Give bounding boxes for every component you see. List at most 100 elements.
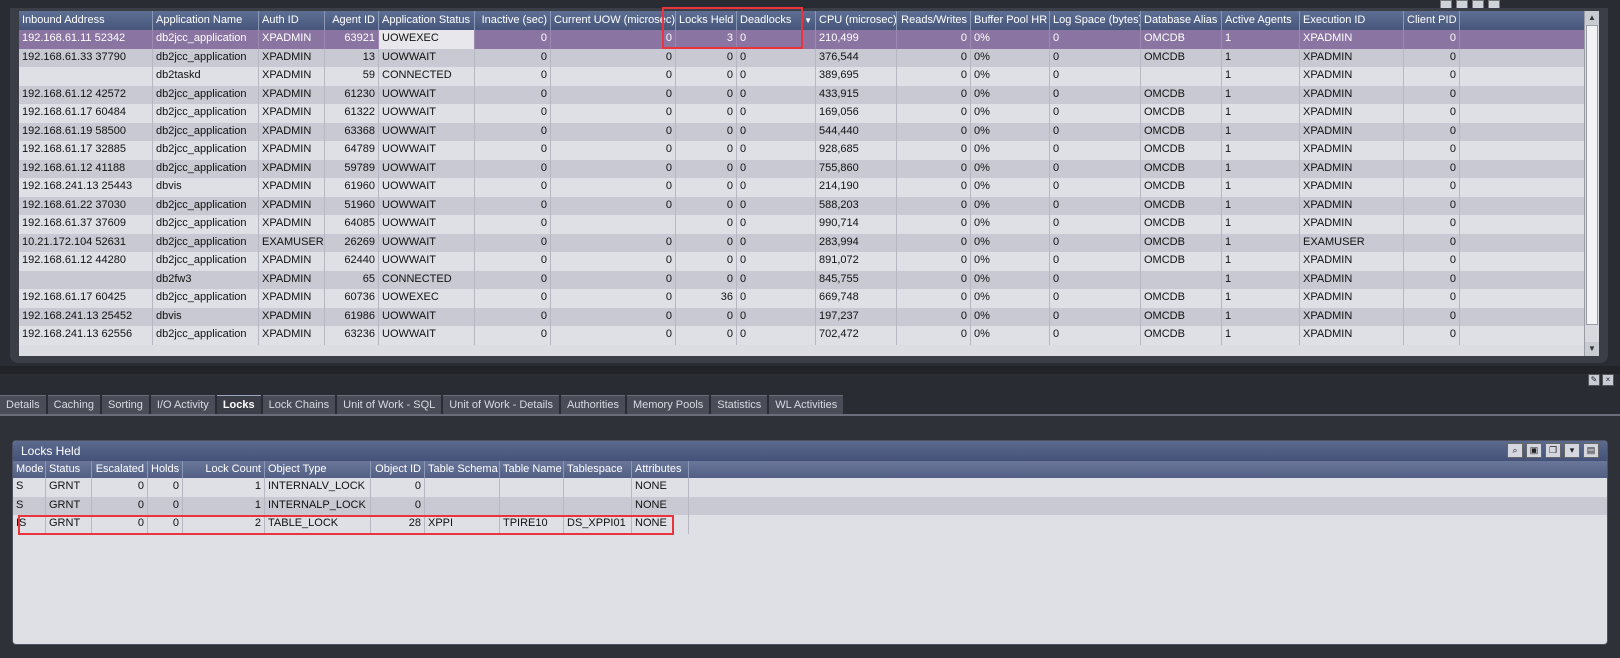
lock-col-attributes[interactable]: Attributes [632, 461, 689, 478]
app-cell-deadlocks: 0 [737, 215, 816, 234]
app-cell-log-space-bytes: 0 [1050, 67, 1141, 86]
app-col-client-pid[interactable]: Client PID [1404, 11, 1460, 30]
app-table-row[interactable]: 192.168.61.17 60484 db2jcc_application XPA… [19, 104, 1599, 123]
tab-wl-activities[interactable]: WL Activities [769, 395, 844, 415]
tab-lock-chains[interactable]: Lock Chains [262, 395, 336, 415]
app-table-row[interactable]: 192.168.241.13 62556 db2jcc_application XP… [19, 326, 1599, 345]
app-col-log-space-bytes[interactable]: Log Space (bytes) [1050, 11, 1141, 30]
app-table-row[interactable]: 192.168.241.13 25452 dbvis XPADMIN 61986 UOW… [19, 307, 1599, 326]
locks-held-title: Locks Held [21, 444, 81, 458]
app-col-application-name[interactable]: Application Name [153, 11, 259, 30]
app-cell-buffer-pool-hr: 0% [971, 196, 1050, 215]
app-table-row[interactable]: 192.168.61.19 58500 db2jcc_application XPA… [19, 122, 1599, 141]
vertical-scrollbar[interactable]: ▲ ▼ [1584, 11, 1599, 356]
lock-table-row[interactable]: S GRNT 0 0 1 INTERNALV_LOCK 0 NONE [13, 478, 1607, 497]
app-table-row[interactable]: db2fw3 XPADMIN 65 CONNECTED 0 0 0 0 845,755 0 0% 0 1… [19, 270, 1599, 289]
pin-icon[interactable]: ✎ [1588, 374, 1600, 386]
tab-unit-of-work-sql[interactable]: Unit of Work - SQL [337, 395, 442, 415]
tab-memory-pools[interactable]: Memory Pools [626, 395, 710, 415]
tab-locks[interactable]: Locks [216, 395, 261, 415]
lock-col-table-name[interactable]: Table Name [500, 461, 564, 478]
app-col-execution-id[interactable]: Execution ID [1300, 11, 1404, 30]
lock-col-object-id[interactable]: Object ID [371, 461, 425, 478]
app-col-locks-held[interactable]: Locks Held [676, 11, 737, 30]
app-col-inbound-address[interactable]: Inbound Address [19, 11, 153, 30]
tab-sorting[interactable]: Sorting [101, 395, 149, 415]
close-icon[interactable]: × [1602, 374, 1614, 386]
scroll-thumb[interactable] [1586, 25, 1598, 325]
app-table-row[interactable]: 192.168.61.22 37030 db2jcc_application XPA… [19, 196, 1599, 215]
app-cell-application-status: UOWWAIT [379, 215, 475, 234]
app-cell-buffer-pool-hr: 0% [971, 85, 1050, 104]
scroll-down-icon[interactable]: ▼ [1585, 342, 1599, 356]
tab-i-o-activity[interactable]: I/O Activity [150, 395, 215, 415]
scroll-up-icon[interactable]: ▲ [1585, 11, 1599, 25]
lock-col-tablespace[interactable]: Tablespace [564, 461, 632, 478]
lock-col-status[interactable]: Status [46, 461, 92, 478]
app-col-reads-writes[interactable]: Reads/Writes [897, 11, 971, 30]
app-table-row[interactable]: 192.168.61.37 37609 db2jcc_application XPA… [19, 215, 1599, 234]
pane-splitter[interactable] [0, 366, 1620, 374]
lock-cell-table-name [500, 478, 564, 497]
app-col-application-status[interactable]: Application Status [379, 11, 475, 30]
app-cell-deadlocks: 0 [737, 178, 816, 197]
lock-col-object-type[interactable]: Object Type [265, 461, 371, 478]
tab-caching[interactable]: Caching [47, 395, 100, 415]
app-table-row[interactable]: 192.168.61.33 37790 db2jcc_application XPA… [19, 48, 1599, 67]
lock-col-label: Attributes [635, 463, 682, 475]
lock-col-escalated[interactable]: Escalated [92, 461, 148, 478]
app-table-row[interactable]: 192.168.61.12 42572 db2jcc_application XPA… [19, 85, 1599, 104]
app-cell-cpu-microsec: 755,860 [816, 159, 897, 178]
app-cell-inbound-address: 192.168.61.17 60484 [19, 104, 153, 123]
chevron-down-icon[interactable]: ▾ [1564, 443, 1580, 458]
tab-statistics[interactable]: Statistics [711, 395, 768, 415]
lock-col-mode[interactable]: Mode [13, 461, 46, 478]
tab-authorities[interactable]: Authorities [560, 395, 625, 415]
app-cell-application-name: db2fw3 [153, 270, 259, 289]
app-col-agent-id[interactable]: Agent ID [325, 11, 379, 30]
app-col-database-alias[interactable]: Database Alias [1141, 11, 1222, 30]
app-cell-active-agents: 1 [1222, 233, 1300, 252]
app-cell-locks-held: 0 [676, 122, 737, 141]
app-col-active-agents[interactable]: Active Agents [1222, 11, 1300, 30]
app-table-row[interactable]: 192.168.61.12 41188 db2jcc_application XPA… [19, 159, 1599, 178]
app-cell-application-status: CONNECTED [379, 67, 475, 86]
lock-col-table-schema[interactable]: Table Schema [425, 461, 500, 478]
app-cell-agent-id: 59789 [325, 159, 379, 178]
save-icon[interactable]: ▣ [1526, 443, 1542, 458]
lock-col-holds[interactable]: Holds [148, 461, 183, 478]
app-table-row[interactable]: 192.168.241.13 25443 dbvis XPADMIN 61960 UOW… [19, 178, 1599, 197]
app-table-row[interactable]: db2taskd XPADMIN 59 CONNECTED 0 0 0 0 389,695 0 0%… [19, 67, 1599, 86]
tab-unit-of-work-details[interactable]: Unit of Work - Details [443, 395, 559, 415]
lock-cell-status: GRNT [46, 496, 92, 515]
app-cell-auth-id: XPADMIN [259, 178, 325, 197]
lock-table-row[interactable]: S GRNT 0 0 1 INTERNALP_LOCK 0 NONE [13, 496, 1607, 515]
app-cell-current-uow-microsec: 0 [551, 270, 676, 289]
app-cell-application-name: db2jcc_application [153, 215, 259, 234]
app-cell-inactive-sec: 0 [475, 122, 551, 141]
app-table-row[interactable]: 192.168.61.17 32885 db2jcc_application XPA… [19, 141, 1599, 160]
tab-details[interactable]: Details [0, 395, 46, 415]
app-col-deadlocks[interactable]: Deadlocks ▼ [737, 11, 816, 30]
app-cell-current-uow-microsec: 0 [551, 252, 676, 271]
app-cell-inactive-sec: 0 [475, 159, 551, 178]
app-col-cpu-microsec[interactable]: CPU (microsec) [816, 11, 897, 30]
lock-cell-object-id: 0 [371, 478, 425, 497]
app-cell-client-pid: 0 [1404, 252, 1460, 271]
app-cell-agent-id: 63368 [325, 122, 379, 141]
locks-grid-header: Mode Status Escalated Holds Lock Count Object… [13, 461, 1607, 478]
binoculars-icon[interactable]: ⌕ [1507, 443, 1523, 458]
app-table-row[interactable]: 192.168.61.12 44280 db2jcc_application XPA… [19, 252, 1599, 271]
columns-icon[interactable]: ▤ [1583, 443, 1599, 458]
copy-icon[interactable]: ❐ [1545, 443, 1561, 458]
app-col-inactive-sec[interactable]: Inactive (sec) [475, 11, 551, 30]
app-table-row[interactable]: 192.168.61.11 52342 db2jcc_application XPA… [19, 30, 1599, 49]
app-col-current-uow-microsec[interactable]: Current UOW (microsec) [551, 11, 676, 30]
app-table-row[interactable]: 192.168.61.17 60425 db2jcc_application XPA… [19, 289, 1599, 308]
lock-col-lock-count[interactable]: Lock Count [183, 461, 265, 478]
app-cell-deadlocks: 0 [737, 48, 816, 67]
app-table-row[interactable]: 10.21.172.104 52631 db2jcc_application EXA… [19, 233, 1599, 252]
detail-tabs: Details Caching Sorting I/O Activity Locks Lo… [0, 395, 845, 415]
app-col-auth-id[interactable]: Auth ID [259, 11, 325, 30]
app-col-buffer-pool-hr[interactable]: Buffer Pool HR [971, 11, 1050, 30]
